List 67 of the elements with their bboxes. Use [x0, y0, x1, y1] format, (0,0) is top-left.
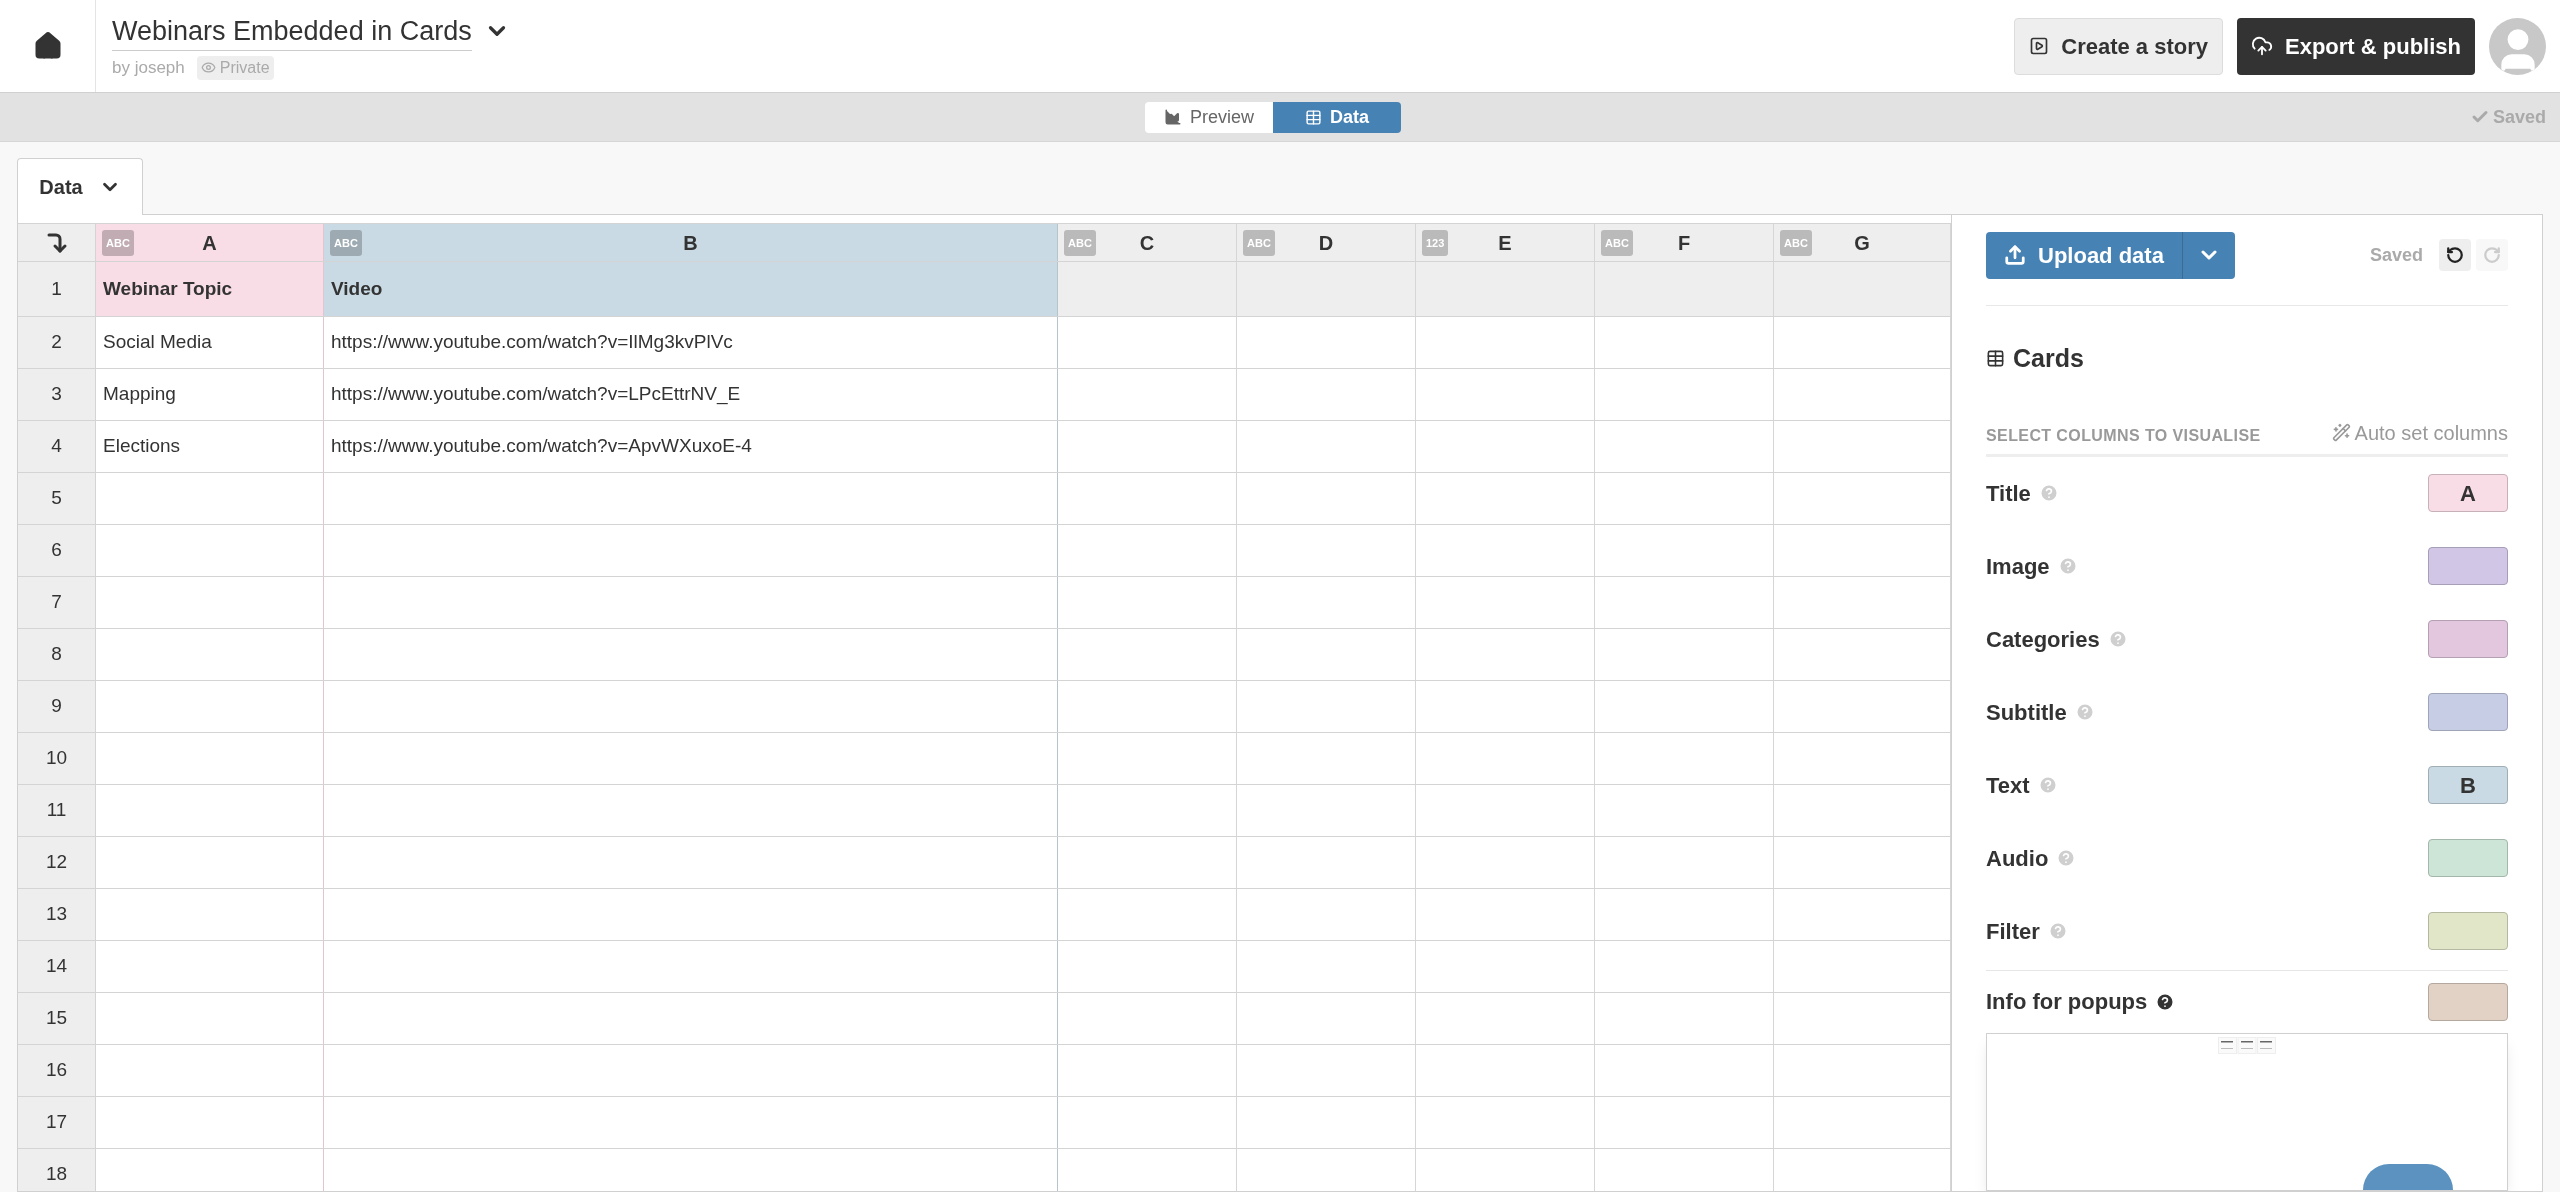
- row-number: 4: [18, 421, 96, 472]
- column-slot[interactable]: A: [2428, 474, 2508, 512]
- round-button[interactable]: [2363, 1164, 2453, 1190]
- row-number: 14: [18, 941, 96, 992]
- field-label: Subtitle: [1986, 698, 2067, 727]
- row-number: 16: [18, 1045, 96, 1096]
- story-button[interactable]: Create a story: [2014, 17, 2223, 75]
- column-slot[interactable]: B: [2428, 766, 2508, 804]
- chart-icon: [1164, 108, 1182, 126]
- row-number: 3: [18, 369, 96, 420]
- undo-button[interactable]: [2439, 239, 2471, 271]
- column-slot[interactable]: [2428, 620, 2508, 658]
- upload-icon: [2004, 244, 2026, 266]
- row-number: 11: [18, 785, 96, 836]
- row-number: 13: [18, 889, 96, 940]
- wand-icon: [2331, 423, 2351, 442]
- eye-icon: [200, 60, 216, 75]
- export-button[interactable]: Export & publish: [2237, 17, 2475, 75]
- row-number: 12: [18, 837, 96, 888]
- section-label: SELECT COLUMNS TO VISUALISE: [1986, 425, 2261, 446]
- panel-heading: Cards: [2013, 343, 2084, 374]
- row-number: 8: [18, 629, 96, 680]
- home-icon[interactable]: [32, 31, 63, 61]
- column-header[interactable]: ABC A: [96, 224, 324, 261]
- field-label: Title: [1986, 479, 2031, 508]
- help-icon[interactable]: [2155, 991, 2176, 1012]
- table-cell: Webinar Topic: [96, 262, 324, 316]
- table-icon: [1305, 108, 1322, 126]
- row-number: 7: [18, 577, 96, 628]
- field-label: Image: [1986, 552, 2050, 581]
- column-header[interactable]: ABC B: [324, 224, 1058, 261]
- row-number: 10: [18, 733, 96, 784]
- column-slot[interactable]: [2428, 839, 2508, 877]
- project-title[interactable]: Webinars Embedded in Cards: [112, 11, 472, 51]
- row-number: 2: [18, 317, 96, 368]
- field-label: Categories: [1986, 625, 2100, 654]
- saved-status: Saved: [2470, 103, 2546, 131]
- column-slot[interactable]: [2428, 982, 2508, 1021]
- field-label: Audio: [1986, 844, 2049, 873]
- field-label: Info for popups: [1986, 988, 2148, 1016]
- upload-button[interactable]: Upload data: [1986, 231, 2235, 279]
- row-number: 17: [18, 1097, 96, 1148]
- row-number: 15: [18, 993, 96, 1044]
- table-icon: [1986, 349, 2005, 369]
- row-number: 5: [18, 473, 96, 524]
- card-thumbnails-drawing: [2218, 1036, 2276, 1054]
- view-tab[interactable]: Data: [1273, 101, 1401, 133]
- column-slot[interactable]: [2428, 912, 2508, 950]
- author-text: by joseph: [112, 56, 185, 79]
- sheet-tab[interactable]: Data: [17, 158, 143, 215]
- row-number: 6: [18, 525, 96, 576]
- view-tab[interactable]: Preview: [1145, 101, 1273, 133]
- saved-status: Saved: [2369, 243, 2423, 267]
- column-slot[interactable]: [2428, 547, 2508, 585]
- play-icon: [2029, 36, 2050, 56]
- undo-icon: [2446, 246, 2464, 264]
- avatar[interactable]: [2489, 17, 2546, 75]
- field-label: Text: [1986, 771, 2030, 800]
- field-label: Filter: [1986, 917, 2040, 946]
- row-number: 18: [18, 1149, 96, 1191]
- column-slot[interactable]: [2428, 693, 2508, 731]
- privacy-badge: Private: [196, 55, 274, 80]
- row-number: 9: [18, 681, 96, 732]
- table-cell: Video: [324, 262, 1058, 316]
- row-number: 1: [18, 262, 96, 316]
- cloud-upload-icon: [2251, 35, 2273, 57]
- redo-icon: [2483, 246, 2501, 264]
